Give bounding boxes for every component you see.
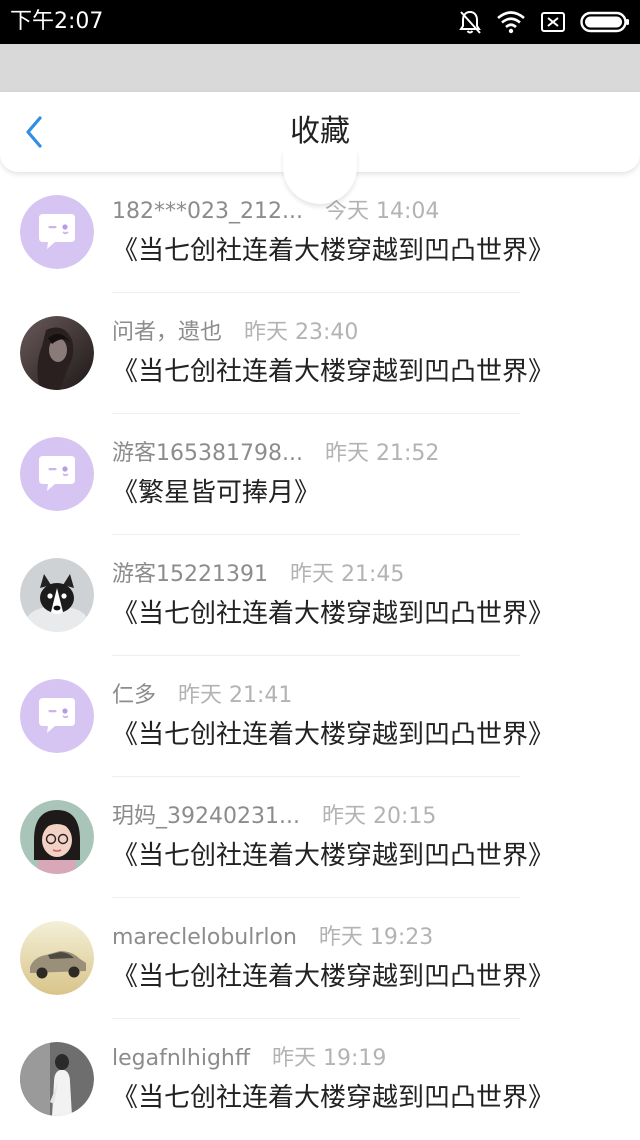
avatar [20, 921, 94, 995]
username: 仁多 [112, 683, 157, 708]
default-avatar-icon [20, 195, 94, 269]
timestamp: 昨天 20:15 [321, 804, 437, 829]
list-item[interactable]: 游客165381798... 昨天 21:52 《繁星皆可捧月》 [0, 414, 640, 535]
timestamp: 昨天 21:52 [324, 441, 440, 466]
timestamp: 今天 14:04 [324, 199, 440, 224]
item-meta: 182***023_212... 今天 14:04 [112, 199, 439, 225]
list-item[interactable]: 问者，遗也 昨天 23:40 《当七创社连着大楼穿越到凹凸世界》 [0, 293, 640, 414]
timestamp: 昨天 23:40 [244, 320, 359, 345]
item-meta: 游客165381798... 昨天 21:52 [112, 441, 439, 467]
status-bar: 下午2:07 [0, 0, 640, 44]
username: 游客15221391 [112, 562, 268, 587]
item-meta: 游客15221391 昨天 21:45 [112, 562, 404, 588]
dog-avatar [20, 558, 94, 632]
item-meta: 玥妈_39240231... 昨天 20:15 [112, 804, 436, 830]
default-avatar-icon [20, 437, 94, 511]
list-item[interactable]: mareclelobulrlon 昨天 19:23 《当七创社连着大楼穿越到凹凸世… [0, 898, 640, 1019]
dark-portrait-avatar [20, 316, 94, 390]
person-bw-avatar [20, 1042, 94, 1116]
sim-off-icon [540, 10, 566, 34]
item-meta: legafnlhighff 昨天 19:19 [112, 1046, 386, 1072]
avatar [20, 437, 94, 511]
username: 182***023_212... [112, 199, 303, 224]
timestamp: 昨天 21:45 [289, 562, 405, 587]
username: 问者，遗也 [112, 320, 223, 345]
book-title[interactable]: 《繁星皆可捧月》 [112, 477, 320, 509]
car-avatar [20, 921, 94, 995]
avatar [20, 316, 94, 390]
battery-icon [580, 11, 630, 33]
username: legafnlhighff [112, 1046, 251, 1071]
girl-avatar [20, 800, 94, 874]
username: mareclelobulrlon [112, 925, 297, 950]
book-title[interactable]: 《当七创社连着大楼穿越到凹凸世界》 [112, 719, 554, 751]
avatar [20, 800, 94, 874]
page-title: 收藏 [290, 114, 350, 149]
item-meta: 仁多 昨天 21:41 [112, 683, 292, 709]
timestamp: 昨天 19:19 [272, 1046, 387, 1071]
list-item[interactable]: 玥妈_39240231... 昨天 20:15 《当七创社连着大楼穿越到凹凸世界》 [0, 777, 640, 898]
item-meta: mareclelobulrlon 昨天 19:23 [112, 925, 433, 951]
status-icons [458, 8, 630, 36]
book-title[interactable]: 《当七创社连着大楼穿越到凹凸世界》 [112, 840, 554, 872]
username: 玥妈_39240231... [112, 804, 300, 829]
avatar [20, 195, 94, 269]
item-meta: 问者，遗也 昨天 23:40 [112, 320, 358, 346]
timestamp: 昨天 19:23 [318, 925, 434, 950]
username: 游客165381798... [112, 441, 303, 466]
book-title[interactable]: 《当七创社连着大楼穿越到凹凸世界》 [112, 356, 554, 388]
list-item[interactable]: 游客15221391 昨天 21:45 《当七创社连着大楼穿越到凹凸世界》 [0, 535, 640, 656]
book-title[interactable]: 《当七创社连着大楼穿越到凹凸世界》 [112, 598, 554, 630]
favorites-list: 182***023_212... 今天 14:04 《当七创社连着大楼穿越到凹凸世… [0, 172, 640, 1140]
list-item[interactable]: legafnlhighff 昨天 19:19 《当七创社连着大楼穿越到凹凸世界》 [0, 1019, 640, 1140]
avatar [20, 679, 94, 753]
list-item[interactable]: 仁多 昨天 21:41 《当七创社连着大楼穿越到凹凸世界》 [0, 656, 640, 777]
status-time: 下午2:07 [10, 9, 104, 34]
avatar [20, 1042, 94, 1116]
avatar [20, 558, 94, 632]
top-gray-bar [0, 44, 640, 92]
default-avatar-icon [20, 679, 94, 753]
book-title[interactable]: 《当七创社连着大楼穿越到凹凸世界》 [112, 1082, 554, 1114]
book-title[interactable]: 《当七创社连着大楼穿越到凹凸世界》 [112, 235, 554, 267]
timestamp: 昨天 21:41 [178, 683, 293, 708]
wifi-icon [496, 10, 526, 34]
book-title[interactable]: 《当七创社连着大楼穿越到凹凸世界》 [112, 961, 554, 993]
bell-off-icon [458, 9, 482, 35]
